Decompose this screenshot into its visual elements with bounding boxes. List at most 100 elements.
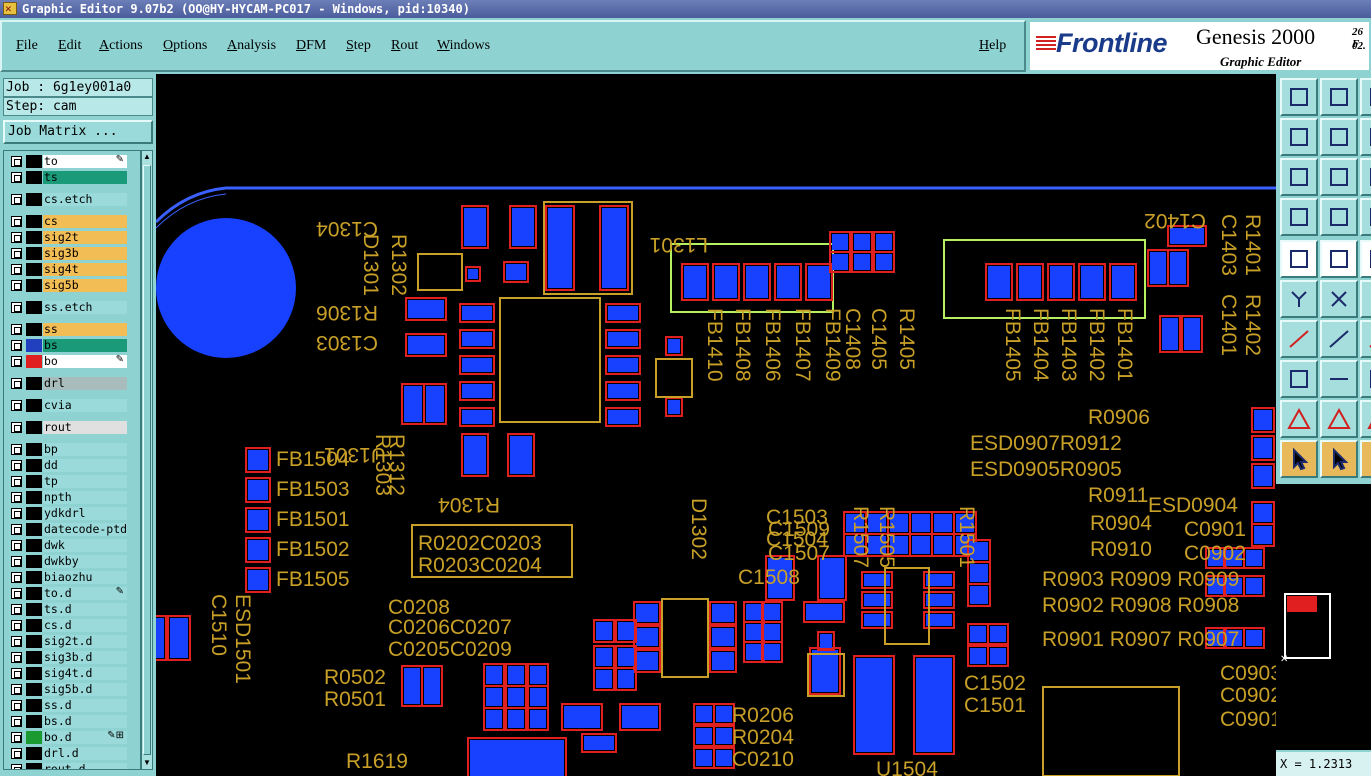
pad-r0206-02[interactable] <box>696 750 712 766</box>
layer-row-ts-d[interactable]: ts.d <box>6 602 140 617</box>
mounting-hole[interactable] <box>156 218 296 358</box>
layer-name[interactable]: sig3b.d <box>43 651 127 664</box>
pad-c1508-01[interactable] <box>746 624 762 640</box>
tool-snapshot-more-button[interactable] <box>1360 240 1371 278</box>
layer-row-to[interactable]: to ✎ <box>6 154 140 169</box>
layer-row-sig2t-d[interactable]: sig2t.d <box>6 634 140 649</box>
layer-checkbox[interactable] <box>11 232 22 243</box>
pad-c1408-1[interactable] <box>854 234 870 250</box>
layer-color-swatch[interactable] <box>26 555 42 568</box>
layer-checkbox[interactable] <box>11 356 22 367</box>
pad-cl7[interactable] <box>564 706 600 728</box>
pad-fb15-1[interactable] <box>248 480 268 500</box>
layer-color-swatch[interactable] <box>26 747 42 760</box>
layer-name[interactable]: npth <box>43 491 127 504</box>
pad-u1504-g[interactable] <box>856 658 892 752</box>
layer-row-ss-etch[interactable]: ss.etch <box>6 300 140 315</box>
layer-row-ss[interactable]: ss <box>6 322 140 337</box>
layer-row-sig3b-d[interactable]: sig3b.d <box>6 650 140 665</box>
pad-c1405-1[interactable] <box>854 254 870 270</box>
layer-color-swatch[interactable] <box>26 193 42 206</box>
layer-checkbox[interactable] <box>11 572 22 583</box>
layer-checkbox[interactable] <box>11 700 22 711</box>
pad-u1504-b[interactable] <box>864 594 890 606</box>
layer-checkbox[interactable] <box>11 156 22 167</box>
layer-color-swatch[interactable] <box>26 301 42 314</box>
layer-color-swatch[interactable] <box>26 699 42 712</box>
graphic-canvas[interactable]: C1304 L1301 C1402 R1306 C1303 U1301 R1304 R1312… <box>156 74 1276 776</box>
layer-checkbox[interactable] <box>11 422 22 433</box>
pad-u1301-l0[interactable] <box>462 306 492 320</box>
pad-r0502a[interactable] <box>404 668 420 704</box>
pad-u1501-f[interactable] <box>712 652 734 670</box>
layer-name[interactable]: ts <box>43 171 127 184</box>
layer-checkbox[interactable] <box>11 340 22 351</box>
tool-triangle-alt-button[interactable] <box>1320 400 1358 438</box>
layer-color-swatch[interactable] <box>26 323 42 336</box>
tool-fit-view-more-button[interactable] <box>1360 158 1371 196</box>
tool-select-area-button[interactable] <box>1280 360 1318 398</box>
tool-open-step-button[interactable] <box>1280 78 1318 116</box>
pad-cl1-1[interactable] <box>508 666 524 684</box>
layer-name[interactable]: cs.etch <box>43 193 127 206</box>
pad-c1502b[interactable] <box>990 626 1006 642</box>
pad-c1510a[interactable] <box>156 618 164 658</box>
pad-c1304-b[interactable] <box>512 208 534 246</box>
layer-checkbox[interactable] <box>11 280 22 291</box>
layer-color-swatch[interactable] <box>26 421 42 434</box>
layer-checkbox[interactable] <box>11 764 22 769</box>
tool-connect-button[interactable] <box>1280 280 1318 318</box>
layer-row-drl[interactable]: drl <box>6 376 140 391</box>
layer-checkbox[interactable] <box>11 556 22 567</box>
layer-name[interactable]: rout <box>43 421 127 434</box>
pad-u1301-r4[interactable] <box>608 410 638 424</box>
pad-cl5-0[interactable] <box>596 648 612 666</box>
pad-u1301-r0[interactable] <box>608 306 638 320</box>
menu-rout[interactable]: Rout <box>391 38 418 54</box>
layer-name[interactable]: ss.etch <box>43 301 127 314</box>
pad-r1505-3[interactable] <box>912 536 930 554</box>
pad-u1501-b[interactable] <box>636 628 658 646</box>
layer-name[interactable]: drl.d <box>43 747 127 760</box>
pad-u1301-r3[interactable] <box>608 384 638 398</box>
layer-color-swatch[interactable] <box>26 171 42 184</box>
tool-connect-more-button[interactable] <box>1360 280 1371 318</box>
layer-color-swatch[interactable] <box>26 507 42 520</box>
layer-row-ss-d[interactable]: ss.d <box>6 698 140 713</box>
pad-cl4-0[interactable] <box>596 622 612 640</box>
pad-c1501b[interactable] <box>990 648 1006 664</box>
pad-c1405-2[interactable] <box>876 254 892 270</box>
layer-name[interactable]: sig5b <box>43 279 127 292</box>
layer-row-sig5b-d[interactable]: sig5b.d <box>6 682 140 697</box>
pad-r1306[interactable] <box>408 300 444 318</box>
pad-cl8[interactable] <box>622 706 658 728</box>
pad-cl2-0[interactable] <box>486 688 502 706</box>
layer-name[interactable]: ss.d <box>43 699 127 712</box>
tool-move-left-button[interactable] <box>1280 118 1318 156</box>
pad-l1301-b[interactable] <box>602 208 626 288</box>
layer-color-swatch[interactable] <box>26 523 42 536</box>
layer-color-swatch[interactable] <box>26 215 42 228</box>
pad-cl6-1[interactable] <box>618 670 634 688</box>
pad-r09r-0[interactable] <box>1254 410 1272 430</box>
layer-checkbox[interactable] <box>11 732 22 743</box>
layer-row-bp[interactable]: bp <box>6 442 140 457</box>
layer-name[interactable]: datecode-ptd <box>43 523 127 536</box>
tool-triangle-tool-button[interactable] <box>1280 400 1318 438</box>
pad-c1401b[interactable] <box>1170 252 1186 284</box>
pad-c1303[interactable] <box>408 336 444 354</box>
layer-checkbox[interactable] <box>11 378 22 389</box>
pad-cl2-2[interactable] <box>530 688 546 706</box>
pad-cl3-1[interactable] <box>508 710 524 728</box>
layer-name[interactable]: bs <box>43 339 127 352</box>
layer-name[interactable]: bs.d <box>43 715 127 728</box>
layer-checkbox[interactable] <box>11 476 22 487</box>
layer-checkbox[interactable] <box>11 324 22 335</box>
layer-checkbox[interactable] <box>11 588 22 599</box>
scroll-up-icon[interactable]: ▲ <box>142 151 152 163</box>
layer-list-scrollbar[interactable]: ▲ ▼ <box>141 150 153 770</box>
pad-u1501-c[interactable] <box>636 652 658 670</box>
pad-u1301-r1[interactable] <box>608 332 638 346</box>
layer-checkbox[interactable] <box>11 216 22 227</box>
overview-viewport[interactable] <box>1287 596 1317 612</box>
